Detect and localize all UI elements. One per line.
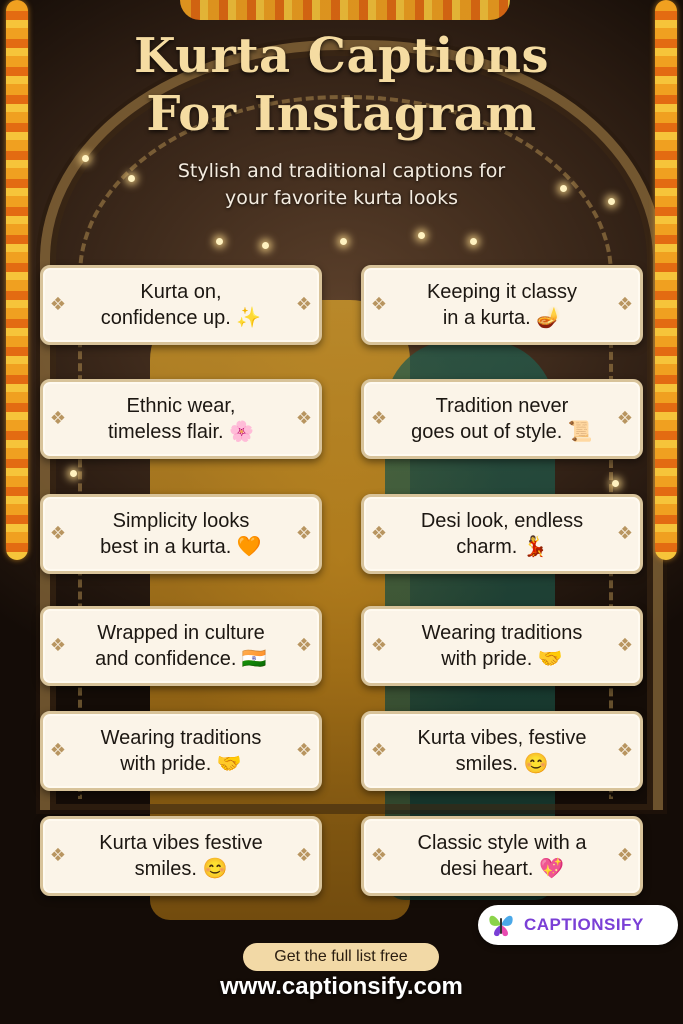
ornament-icon: ❖ (616, 740, 634, 761)
marigold-garland-right (655, 0, 677, 560)
caption-card[interactable]: ❖ Classic style with a desi heart. 💖 ❖ (361, 816, 643, 896)
caption-card[interactable]: ❖ Kurta vibes festive smiles. 😊 ❖ (40, 816, 322, 896)
ornament-icon: ❖ (49, 408, 67, 429)
light-bulb (70, 470, 77, 477)
light-bulb (612, 480, 619, 487)
caption-text: Kurta vibes festive smiles. 😊 (99, 832, 263, 880)
subtitle-line-1: Stylish and traditional captions for (177, 160, 506, 182)
ornament-icon: ❖ (49, 740, 67, 761)
ornament-icon: ❖ (616, 635, 634, 656)
ornament-icon: ❖ (295, 845, 313, 866)
caption-card[interactable]: ❖ Kurta on, confidence up. ✨ ❖ (40, 265, 322, 345)
caption-card[interactable]: ❖ Desi look, endless charm. 💃 ❖ (361, 494, 643, 574)
caption-text: Keeping it classy in a kurta. 🪔 (426, 281, 578, 329)
caption-text: Wrapped in culture and confidence. 🇮🇳 (95, 622, 267, 670)
ornament-icon: ❖ (370, 294, 388, 315)
caption-text: Kurta on, confidence up. ✨ (100, 281, 262, 329)
caption-text: Wearing traditions with pride. 🤝 (100, 727, 262, 775)
light-bulb (470, 238, 477, 245)
caption-card[interactable]: ❖ Ethnic wear, timeless flair. 🌸 ❖ (40, 379, 322, 459)
light-bulb (216, 238, 223, 245)
ornament-icon: ❖ (49, 845, 67, 866)
ornament-icon: ❖ (616, 408, 634, 429)
ornament-icon: ❖ (616, 294, 634, 315)
light-bulb (262, 242, 269, 249)
website-link[interactable]: www.captionsify.com (0, 973, 683, 1001)
light-bulb (340, 238, 347, 245)
ornament-icon: ❖ (49, 523, 67, 544)
light-bulb (418, 232, 425, 239)
ornament-icon: ❖ (370, 408, 388, 429)
captionsify-brand-badge[interactable]: CAPTIONSIFY (478, 905, 678, 945)
ornament-icon: ❖ (49, 635, 67, 656)
ornament-icon: ❖ (295, 740, 313, 761)
ornament-icon: ❖ (49, 294, 67, 315)
ornament-icon: ❖ (370, 635, 388, 656)
caption-text: Simplicity looks best in a kurta. 🧡 (100, 510, 262, 558)
ornament-icon: ❖ (370, 523, 388, 544)
caption-card[interactable]: ❖ Wearing traditions with pride. 🤝 ❖ (361, 606, 643, 686)
caption-text: Classic style with a desi heart. 💖 (417, 832, 587, 880)
caption-card[interactable]: ❖ Kurta vibes, festive smiles. 😊 ❖ (361, 711, 643, 791)
butterfly-logo-icon (489, 915, 513, 937)
caption-text: Ethnic wear, timeless flair. 🌸 (107, 395, 255, 443)
ornament-icon: ❖ (370, 740, 388, 761)
ornament-icon: ❖ (295, 523, 313, 544)
ornament-icon: ❖ (295, 635, 313, 656)
caption-card[interactable]: ❖ Wrapped in culture and confidence. 🇮🇳 … (40, 606, 322, 686)
title-line-1: Kurta Captions (133, 28, 550, 84)
get-full-list-button[interactable]: Get the full list free (243, 943, 439, 971)
caption-card[interactable]: ❖ Simplicity looks best in a kurta. 🧡 ❖ (40, 494, 322, 574)
ornament-icon: ❖ (295, 294, 313, 315)
poster: Kurta Captions For Instagram Stylish and… (0, 0, 683, 1024)
caption-text: Desi look, endless charm. 💃 (420, 510, 584, 558)
ornament-icon: ❖ (616, 845, 634, 866)
marigold-garland-top (180, 0, 510, 20)
marigold-garland-left (6, 0, 28, 560)
caption-text: Kurta vibes, festive smiles. 😊 (417, 727, 587, 775)
caption-text: Tradition never goes out of style. 📜 (411, 395, 593, 443)
caption-card[interactable]: ❖ Keeping it classy in a kurta. 🪔 ❖ (361, 265, 643, 345)
subtitle-line-2: your favorite kurta looks (224, 187, 459, 209)
caption-card[interactable]: ❖ Tradition never goes out of style. 📜 ❖ (361, 379, 643, 459)
ornament-icon: ❖ (616, 523, 634, 544)
ornament-icon: ❖ (370, 845, 388, 866)
title-line-2: For Instagram (146, 86, 537, 142)
ornament-icon: ❖ (295, 408, 313, 429)
brand-name: CAPTIONSIFY (524, 915, 644, 934)
caption-text: Wearing traditions with pride. 🤝 (421, 622, 583, 670)
caption-card[interactable]: ❖ Wearing traditions with pride. 🤝 ❖ (40, 711, 322, 791)
